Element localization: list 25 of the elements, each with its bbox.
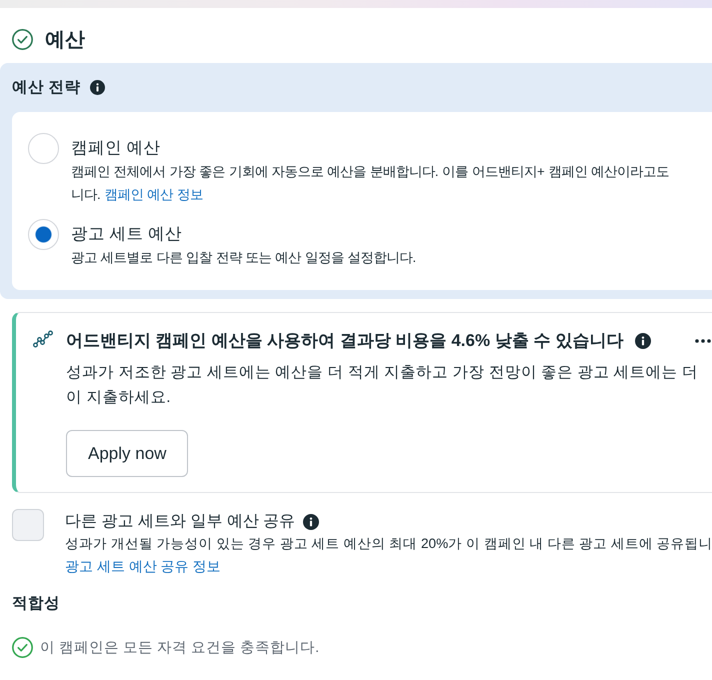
- option-description: 캠페인 전체에서 가장 좋은 기회에 자동으로 예산을 분배합니다. 이를 어드밴티지+ 캠페인 예산이라고도 니다. 캠페인 예산 정보: [71, 163, 670, 204]
- info-link[interactable]: 캠페인 예산 정보: [104, 187, 203, 202]
- apply-now-button[interactable]: Apply now: [66, 430, 188, 477]
- option-title: 캠페인 예산: [71, 138, 161, 159]
- eligibility-message: 이 캠페인은 모든 자격 요건을 충족합니다.: [40, 638, 320, 658]
- eligibility-title: 적합성: [12, 594, 60, 614]
- radio-button[interactable]: [28, 219, 59, 250]
- checkbox[interactable]: [12, 509, 44, 541]
- trend-line-icon: [33, 330, 53, 348]
- recommendation-title: 어드밴티지 캠페인 예산을 사용하여 결과당 비용을 4.6% 낮출 수 있습니다: [66, 330, 624, 352]
- checkbox-label: 다른 광고 세트와 일부 예산 공유: [65, 512, 296, 532]
- info-icon[interactable]: [635, 333, 652, 349]
- radio-button[interactable]: [28, 133, 59, 164]
- option-description: 광고 세트별로 다른 입찰 전략 또는 예산 일정을 설정합니다.: [71, 249, 416, 267]
- info-icon[interactable]: [90, 80, 106, 95]
- panel-title: 예산 전략: [12, 78, 80, 98]
- info-icon[interactable]: [303, 514, 320, 530]
- info-link[interactable]: 광고 세트 예산 공유 정보: [65, 555, 221, 577]
- recommendation-text: 성과가 저조한 광고 세트에는 예산을 더 적게 지출하고 가장 전망이 좋은 광고 세트에는 더 이 지출하세요.: [66, 363, 698, 408]
- more-icon: [695, 339, 711, 343]
- option-title: 광고 세트 예산: [71, 224, 182, 245]
- check-circle-icon: [12, 29, 33, 50]
- check-circle-icon: [12, 637, 33, 658]
- sharing-description: 성과가 개선될 가능성이 있는 경우 광고 세트 예산의 최대 20%가 이 캠페인 내 다른 광고 세트에 공유됩니: [65, 535, 712, 553]
- section-title: 예산: [45, 28, 85, 52]
